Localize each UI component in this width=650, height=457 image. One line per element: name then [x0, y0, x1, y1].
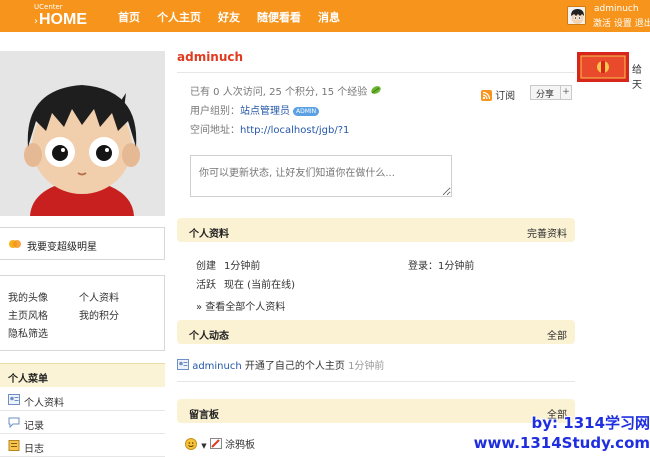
active-value: 现在 (当前在线): [224, 280, 295, 291]
user-avatar-icon[interactable]: [567, 6, 586, 25]
gift-text: 给天: [632, 65, 642, 91]
feed-all-link[interactable]: 全部: [547, 327, 567, 342]
menu-item-blog-label: 日志: [24, 444, 44, 455]
subscribe-button[interactable]: 订阅: [481, 87, 515, 102]
subscribe-label: 订阅: [495, 91, 516, 102]
share-button[interactable]: 分享 +: [530, 85, 572, 100]
logo-home-link[interactable]: UCenter ›HOME: [34, 3, 87, 29]
speech-bubble-icon: [8, 417, 20, 431]
feed-item: adminuch 开通了自己的个人主页 1分钟前: [177, 357, 384, 372]
become-star-row[interactable]: 我要变超级明星: [0, 227, 165, 260]
space-url-line: 空间地址：http://localhost/jgb/?1: [190, 121, 349, 136]
smiley-icon[interactable]: [185, 438, 201, 451]
created-value: 1分钟前: [224, 261, 261, 272]
menu-item-blog[interactable]: 日志: [0, 435, 165, 457]
personal-menu-header: 个人菜单: [0, 363, 165, 387]
become-star-label: 我要变超级明星: [27, 242, 97, 253]
nav-friends[interactable]: 好友: [218, 9, 240, 25]
view-all-profile-link[interactable]: » 查看全部个人资料: [196, 298, 285, 313]
user-name[interactable]: adminuch: [594, 4, 639, 14]
logo-small-text: UCenter: [34, 3, 63, 11]
notebook-icon: [8, 440, 20, 454]
login-value: 1分钟前: [438, 261, 475, 272]
usergroup-link[interactable]: 站点管理员: [240, 106, 290, 117]
chevron-down-icon[interactable]: ▼: [201, 442, 206, 450]
leaf-icon: [370, 86, 382, 98]
watermark-line2: www.1314Study.com: [473, 434, 650, 452]
space-stats-text: 已有 0 人次访问, 25 个积分, 15 个经验: [190, 87, 368, 98]
profile-panel-header: 个人资料 完善资料: [177, 218, 575, 242]
settings-link[interactable]: 设置: [614, 19, 632, 29]
feed-user-link[interactable]: adminuch: [192, 361, 242, 372]
logo-big-text: HOME: [39, 11, 87, 28]
feed-panel-header: 个人动态 全部: [177, 320, 575, 344]
nav-profile[interactable]: 个人主页: [157, 9, 201, 25]
feed-item-text: 开通了自己的个人主页: [241, 361, 349, 372]
activate-link[interactable]: 激活: [593, 19, 611, 29]
rss-icon: [481, 90, 495, 102]
feed-item-time: 1分钟前: [348, 361, 385, 372]
gift-box-icon: [577, 52, 629, 82]
profile-card-icon: [8, 394, 20, 408]
privacy-filter-link[interactable]: 隐私筛选: [8, 325, 48, 340]
star-link-icon: [8, 238, 22, 253]
nav-browse[interactable]: 随便看看: [257, 9, 301, 25]
graffiti-link[interactable]: 涂鸦板: [225, 440, 255, 451]
personal-menu-title: 个人菜单: [8, 374, 48, 385]
nav-home[interactable]: 首页: [118, 9, 140, 25]
menu-item-records-label: 记录: [24, 421, 44, 432]
home-style-link[interactable]: 主页风格: [8, 307, 48, 322]
gift-banner[interactable]: 给天: [575, 52, 650, 91]
divider: [177, 72, 575, 73]
watermark-line1: by: 1314学习网: [531, 414, 650, 432]
status-input[interactable]: [190, 155, 452, 197]
login-label: 登录：: [408, 261, 438, 272]
profile-info-link[interactable]: 个人资料: [79, 289, 119, 304]
space-stats: 已有 0 人次访问, 25 个积分, 15 个经验: [190, 83, 382, 98]
space-url-link[interactable]: http://localhost/jgb/?1: [240, 125, 349, 136]
space-owner-name[interactable]: adminuch: [177, 50, 243, 64]
profile-card-icon: [177, 359, 192, 372]
user-links: 激活 设置 退出: [593, 16, 650, 29]
usergroup-line: 用户组别：站点管理员 ADMIN: [190, 102, 320, 117]
share-plus-icon[interactable]: +: [560, 86, 571, 99]
complete-profile-link[interactable]: 完善资料: [527, 225, 567, 240]
graffiti-icon: [209, 438, 225, 451]
menu-item-profile-label: 个人资料: [24, 398, 64, 409]
user-menu: adminuch 激活 设置 退出: [566, 3, 650, 29]
menu-item-profile[interactable]: 个人资料: [0, 389, 165, 411]
menu-item-records[interactable]: 记录: [0, 412, 165, 434]
nav-messages[interactable]: 消息: [318, 9, 340, 25]
profile-panel-title: 个人资料: [189, 229, 229, 240]
top-nav-bar: UCenter ›HOME 首页 个人主页 好友 随便看看 消息 adminuc…: [0, 0, 650, 32]
login-line: 登录：1分钟前: [408, 257, 474, 272]
usergroup-label: 用户组别：: [190, 106, 240, 117]
guestbook-panel-title: 留言板: [189, 410, 219, 421]
watermark: by: 1314学习网 www.1314Study.com: [457, 413, 650, 453]
main-nav: 首页 个人主页 好友 随便看看 消息: [118, 9, 357, 25]
share-label: 分享: [536, 90, 555, 100]
created-line: 创建 1分钟前: [196, 257, 260, 272]
my-avatar-link[interactable]: 我的头像: [8, 289, 48, 304]
profile-avatar[interactable]: [0, 51, 165, 216]
logout-link[interactable]: 退出: [635, 19, 650, 29]
active-label: 活跃: [196, 280, 216, 291]
divider: [177, 381, 575, 382]
my-credits-link[interactable]: 我的积分: [79, 307, 119, 322]
comment-toolbar: ▼ 涂鸦板: [185, 436, 255, 451]
space-url-label: 空间地址：: [190, 125, 240, 136]
chevron-right-icon: ›: [34, 16, 38, 27]
admin-badge: ADMIN: [293, 106, 320, 116]
active-line: 活跃 现在 (当前在线): [196, 276, 295, 291]
created-label: 创建: [196, 261, 216, 272]
profile-links-box: 我的头像 个人资料 主页风格 我的积分 隐私筛选: [0, 275, 165, 351]
feed-panel-title: 个人动态: [189, 331, 229, 342]
